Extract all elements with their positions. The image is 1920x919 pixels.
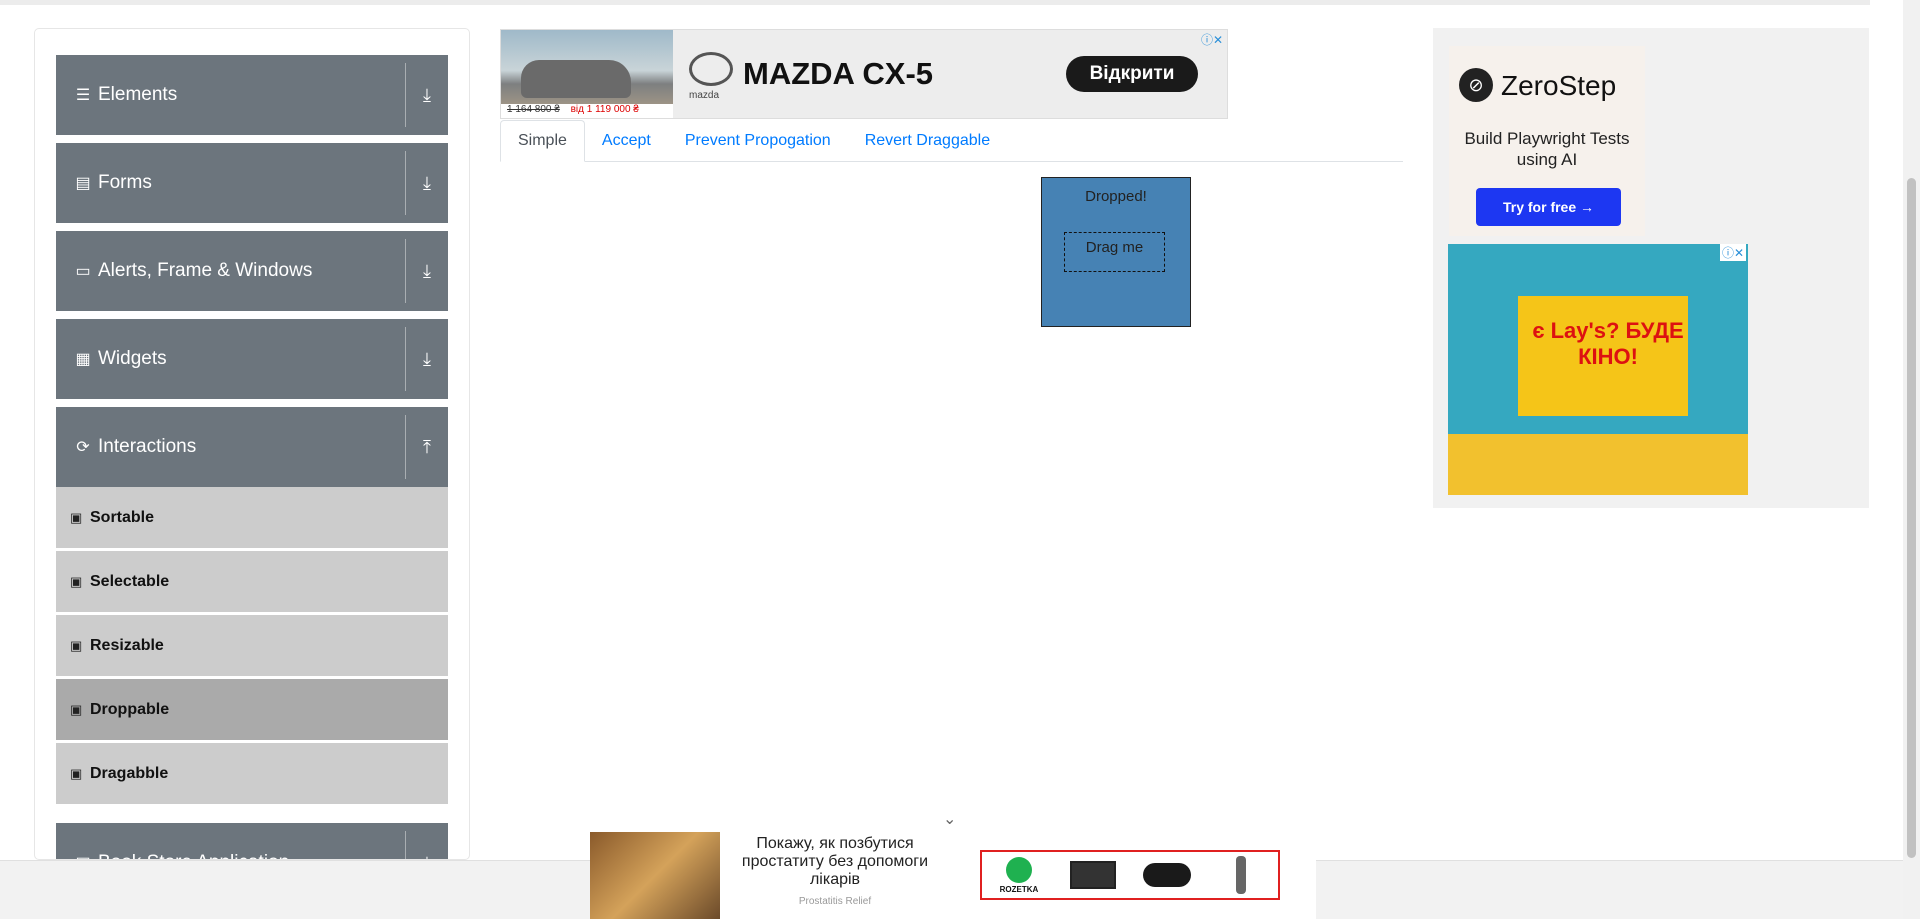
rozetka-cell: ROZETKA	[982, 852, 1056, 898]
html-icon: ▣	[70, 637, 83, 653]
menu-item-label: Sortable	[90, 508, 155, 526]
old-price: 1 164 800 ₴	[507, 104, 560, 115]
group-book-store[interactable]: ▤ Book Store Application ⤓	[56, 823, 448, 860]
car-shape	[521, 60, 631, 98]
ad-source: Prostatitis Relief	[798, 896, 872, 907]
ad-open-button[interactable]: Відкрити	[1066, 56, 1198, 92]
top-strip	[0, 0, 1870, 5]
download-icon: ⤓	[423, 172, 431, 193]
menu-item-dragabble[interactable]: ▣ Dragabble	[56, 743, 448, 805]
group-label: Book Store Application	[98, 852, 405, 859]
menu-item-label: Droppable	[90, 700, 170, 718]
menu-item-label: Selectable	[90, 572, 170, 590]
upload-icon: ⤒	[423, 436, 431, 457]
tab-simple[interactable]: Simple	[500, 120, 585, 162]
lays-ad[interactable]: є Lay's? БУДЕ КІНО! ⓘ✕	[1448, 244, 1748, 495]
group-elements[interactable]: ☰ Elements ⤓	[56, 55, 448, 135]
new-price: від 1 119 000 ₴	[570, 104, 639, 115]
group-label: Widgets	[98, 348, 167, 369]
form-icon: ▤	[75, 175, 91, 192]
tab-bar: Simple Accept Prevent Propogation Revert…	[500, 120, 1403, 162]
html-icon: ▣	[70, 765, 83, 781]
download-icon: ⤓	[423, 348, 431, 369]
window-icon: ▭	[75, 263, 91, 280]
price-strip: 1 164 800 ₴ від 1 119 000 ₴	[501, 104, 673, 118]
download-icon: ⤓	[423, 260, 431, 281]
product-gamepad[interactable]	[1130, 852, 1204, 898]
menu-item-droppable[interactable]: ▣ Droppable	[56, 679, 448, 741]
chips-image	[1448, 434, 1748, 495]
zerostep-logo-icon: ⊘	[1459, 68, 1493, 102]
book-icon: ▤	[72, 853, 94, 859]
download-icon: ⤓	[423, 84, 431, 105]
ad-close-icon[interactable]: ⓘ✕	[1719, 244, 1746, 261]
menu-item-sortable[interactable]: ▣ Sortable	[56, 487, 448, 549]
rozetka-logo-icon	[1006, 856, 1032, 883]
scrollbar-thumb[interactable]	[1907, 178, 1916, 858]
widgets-icon: ▦	[75, 351, 91, 368]
ad-text: Покажу, як позбутися простатиту без допо…	[741, 835, 929, 888]
menu-item-label: Dragabble	[90, 764, 169, 782]
tab-accept[interactable]: Accept	[585, 120, 668, 162]
shop-products[interactable]: ROZETKA	[980, 850, 1280, 900]
menu-item-selectable[interactable]: ▣ Selectable	[56, 551, 448, 613]
zerostep-ad[interactable]: ⊘ ZeroStep Build Playwright Tests using …	[1449, 46, 1645, 236]
group-label: Forms	[98, 172, 152, 193]
gamepad-icon	[1143, 863, 1191, 887]
group-label: Interactions	[98, 436, 197, 457]
menu-icon: ☰	[75, 87, 91, 104]
product-monitor-arm[interactable]	[1204, 852, 1278, 898]
ad-close-icon[interactable]: ⓘ✕	[1201, 31, 1223, 48]
ad-model-title: MAZDA CX-5	[743, 56, 934, 91]
download-icon: ⤓	[406, 853, 448, 860]
group-alerts[interactable]: ▭ Alerts, Frame & Windows ⤓	[56, 231, 448, 311]
menu-item-resizable[interactable]: ▣ Resizable	[56, 615, 448, 677]
sidebar: ☰ Elements ⤓ ▤ Forms ⤓ ▭ Alerts, Frame &…	[34, 28, 470, 860]
chevron-down-icon[interactable]: ⌄	[943, 809, 956, 829]
lays-headline: є Lay's? БУДЕ КІНО!	[1532, 318, 1684, 369]
monitor-icon	[1070, 861, 1116, 889]
try-for-free-button[interactable]: Try for free →	[1476, 188, 1621, 226]
ad-photo	[590, 832, 720, 919]
zerostep-title: ZeroStep	[1501, 70, 1617, 101]
monitor-arm-icon	[1236, 856, 1246, 894]
right-ad-column: ⊘ ZeroStep Build Playwright Tests using …	[1433, 28, 1869, 508]
mazda-ad-banner[interactable]: 1 164 800 ₴ від 1 119 000 ₴ mazda MAZDA …	[500, 29, 1228, 119]
shop-label: ROZETKA	[999, 884, 1039, 894]
html-icon: ▣	[70, 701, 83, 717]
html-icon: ▣	[70, 573, 83, 589]
mazda-logo-icon	[689, 52, 733, 86]
group-interactions[interactable]: ⟳ Interactions ⤒	[56, 407, 448, 487]
group-label: Alerts, Frame & Windows	[98, 260, 313, 281]
draggable-box[interactable]: Drag me	[1064, 232, 1165, 272]
page-scrollbar[interactable]	[1903, 0, 1920, 919]
group-widgets[interactable]: ▦ Widgets ⤓	[56, 319, 448, 399]
drop-target-label: Dropped!	[1085, 188, 1147, 205]
group-forms[interactable]: ▤ Forms ⤓	[56, 143, 448, 223]
zerostep-subtitle: Build Playwright Tests using AI	[1464, 129, 1630, 169]
tab-prevent-propogation[interactable]: Prevent Propogation	[668, 120, 848, 162]
html-icon: ▣	[70, 509, 83, 525]
brand-name: mazda	[689, 90, 720, 101]
menu-item-label: Resizable	[90, 636, 164, 654]
tab-revert-draggable[interactable]: Revert Draggable	[848, 120, 1007, 162]
bottom-ad[interactable]: ⌄ Покажу, як позбутися простатиту без до…	[590, 811, 1316, 919]
group-label: Elements	[98, 84, 178, 105]
car-image: 1 164 800 ₴ від 1 119 000 ₴	[501, 30, 673, 118]
product-monitor[interactable]	[1056, 852, 1130, 898]
interactions-icon: ⟳	[76, 439, 90, 456]
